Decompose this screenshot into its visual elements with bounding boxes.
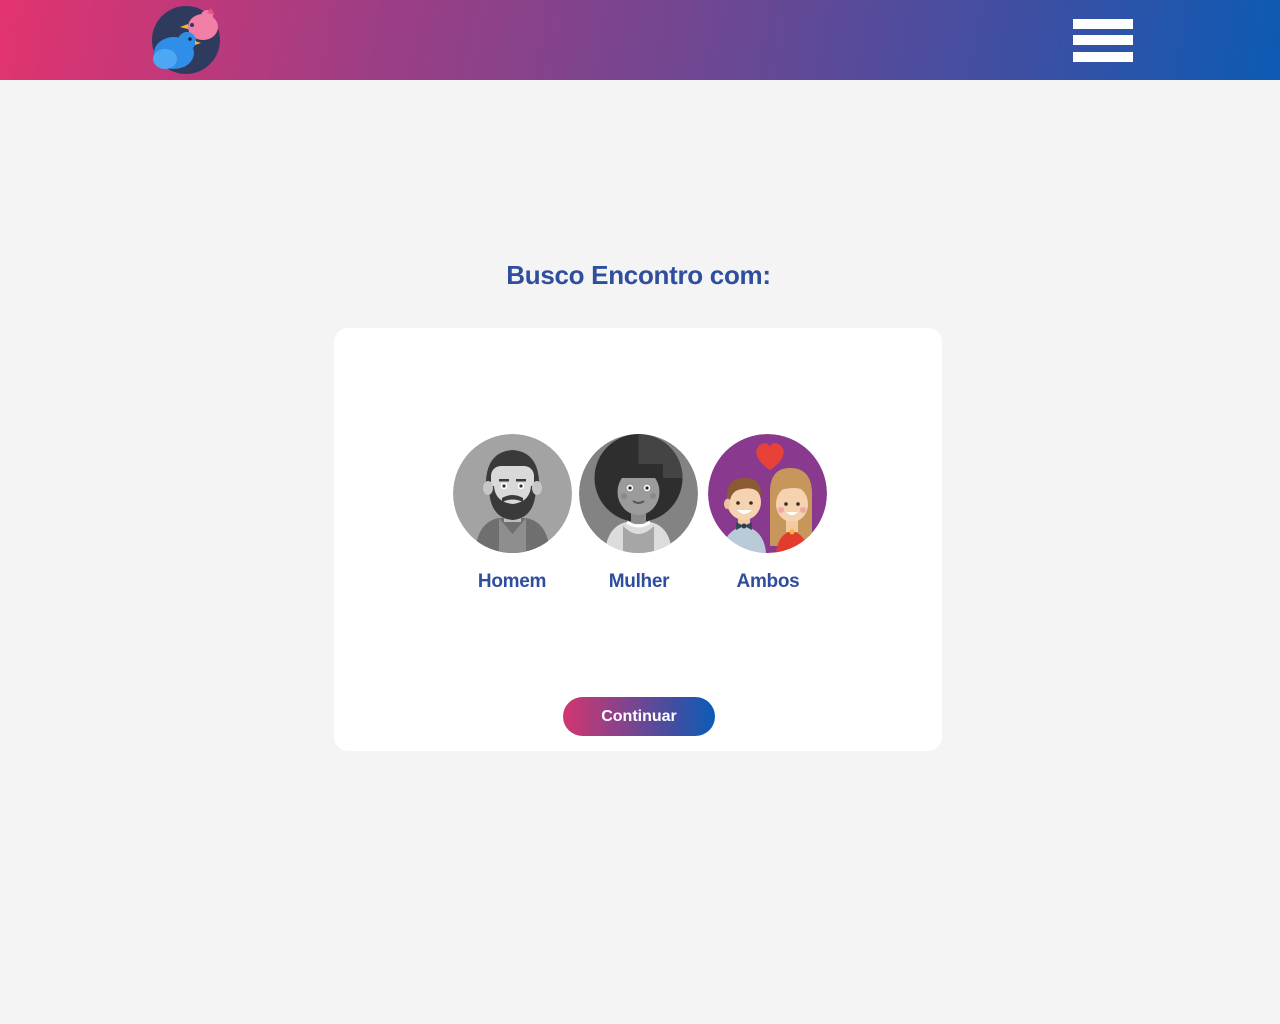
top-header (0, 0, 1280, 80)
option-homem[interactable]: Homem (453, 434, 573, 593)
woman-avatar-icon (579, 434, 698, 553)
man-avatar-icon (453, 434, 572, 553)
two-birds-logo-icon[interactable] (151, 5, 221, 75)
selection-card: Homem Mulher Ambos Continuar (334, 328, 942, 751)
option-mulher[interactable]: Mulher (579, 434, 699, 593)
continue-button[interactable]: Continuar (563, 697, 715, 736)
couple-avatar-icon (708, 434, 827, 553)
option-ambos[interactable]: Ambos (708, 434, 828, 593)
menu-bar (1073, 52, 1133, 62)
page-title: Busco Encontro com: (506, 260, 771, 290)
menu-bar (1073, 35, 1133, 45)
option-label-homem: Homem (477, 571, 547, 592)
hamburger-menu-icon[interactable] (1073, 19, 1133, 62)
option-label-mulher: Mulher (608, 571, 670, 592)
option-label-ambos: Ambos (736, 571, 800, 592)
menu-bar (1073, 19, 1133, 29)
